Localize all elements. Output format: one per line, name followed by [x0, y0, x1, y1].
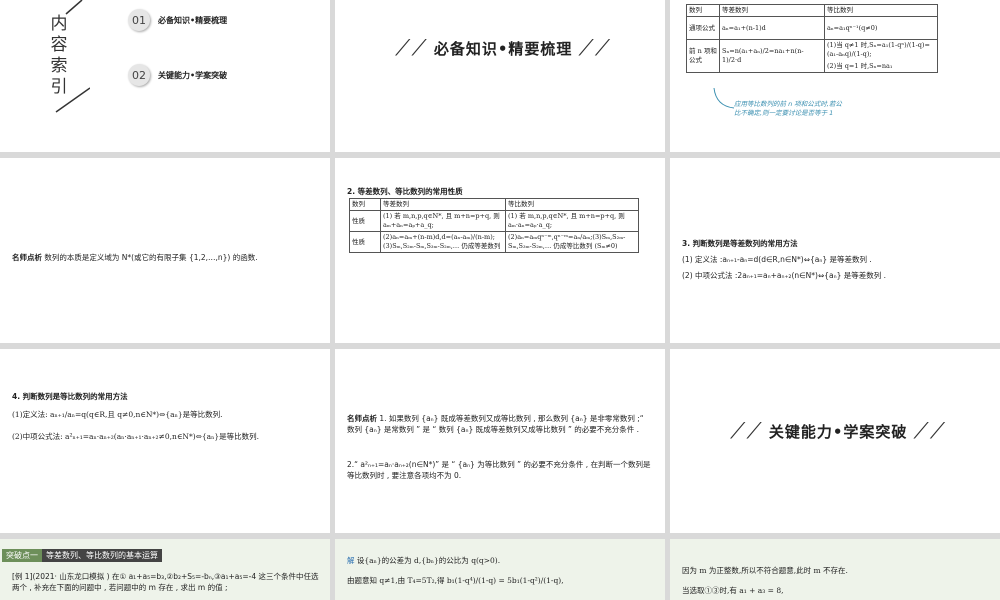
- title-char: 容: [50, 35, 68, 55]
- item-label: 关键能力•学案突破: [158, 70, 228, 80]
- slide-thumbnail-formula-table[interactable]: 数列 等差数列 等比数列 通项公式 aₙ=a₁+(n-1)d aₙ=a₁qⁿ⁻¹…: [670, 0, 1000, 152]
- note-text: 1. 如果数列 {aₙ} 既成等差数列又成等比数列 , 那么数列 {aₙ} 是非…: [347, 414, 644, 434]
- arith-cell: Sₙ=n(a₁+aₙ)/2=na₁+n(n-1)/2·d: [719, 39, 825, 73]
- geo-cell: (1) 若 m,n,p,q∈N*, 且 m+n=p+q, 则 aₘ·aₙ=aₚ·…: [505, 210, 639, 232]
- note-paragraph: 名师点析 数列的本质是定义域为 N*(或它的有限子集 {1,2,…,n}) 的函…: [12, 252, 322, 263]
- solution-line: 因为 m 为正整数,所以不符合题意,此时 m 不存在.: [682, 566, 848, 575]
- method-line: (1) 定义法 :aₙ₊₁-aₙ=d(d∈R,n∈N*)⇔{aₙ} 是等差数列 …: [682, 255, 872, 264]
- geo-cell: aₙ=a₁qⁿ⁻¹(q≠0): [824, 16, 938, 40]
- note-label: 名师点析: [347, 414, 377, 423]
- slide-thumbnail-solution[interactable]: 解 设{aₙ}的公差为 d,{bₙ}的公比为 q(q>0). 由题意知 q≠1,…: [335, 539, 665, 600]
- slide-thumbnail-geo-methods[interactable]: 4. 判断数列是等比数列的常用方法 (1)定义法: aₙ₊₁/aₙ=q(q∈R,…: [0, 349, 330, 533]
- arith-cell: aₙ=a₁+(n-1)d: [719, 16, 825, 40]
- solution-label: 解: [347, 556, 355, 565]
- arith-cell: (1) 若 m,n,p,q∈N*, 且 m+n=p+q, 则 aₘ+aₙ=aₚ+…: [380, 210, 506, 232]
- slash-decoration: ⟋⟋: [578, 36, 612, 61]
- row-label: 性质: [349, 210, 381, 232]
- solution-line: 当选取①③时,有 a₁ + a₃ = 8,: [682, 586, 784, 595]
- header-cell: 数列: [686, 4, 720, 17]
- arith-cell: (2)aₙ=aₘ+(n-m)d,d=(aₙ-aₘ)/(n-m);(3)Sₘ,S₂…: [380, 231, 506, 253]
- slide-thumbnail-contents[interactable]: 内 容 索 引 01 必备知识•精要梳理 02 关键能力•学案突破: [0, 0, 330, 152]
- table-row: 性质 (2)aₙ=aₘ+(n-m)d,d=(aₙ-aₘ)/(n-m);(3)Sₘ…: [349, 231, 639, 253]
- section-banner: ⟋⟋ 关键能力•学案突破 ⟋⟋: [730, 419, 946, 444]
- contents-item-2[interactable]: 02 关键能力•学案突破: [128, 64, 227, 86]
- header-cell: 等比数列: [824, 4, 938, 17]
- item-number-badge: 01: [128, 9, 150, 31]
- geo-line: (2)当 q=1 时,Sₙ=na₁: [827, 62, 893, 70]
- slide-thumbnail-arith-methods[interactable]: 3. 判断数列是等差数列的常用方法 (1) 定义法 :aₙ₊₁-aₙ=d(d∈R…: [670, 158, 1000, 343]
- geo-cell: (2)aₙ=aₘqⁿ⁻ᵐ,qⁿ⁻ᵐ=aₙ/aₘ;(3)Sₘ,S₂ₘ-Sₘ,S₃ₘ…: [505, 231, 639, 253]
- note-text: 数列的本质是定义域为 N*(或它的有限子集 {1,2,…,n}) 的函数.: [44, 253, 258, 262]
- geo-line: (1)当 q≠1 时,Sₙ=a₁(1-qⁿ)/(1-q)=(a₁-aₙq)/(1…: [827, 41, 930, 58]
- slide-title: 3. 判断数列是等差数列的常用方法: [682, 239, 798, 248]
- title-char: 内: [50, 14, 68, 34]
- slide-thumbnail-example[interactable]: 突破点一 等差数列、等比数列的基本运算 [例 1](2021· 山东龙口模拟 ) …: [0, 539, 330, 600]
- note-label: 名师点析: [12, 253, 42, 262]
- formula-table: 数列 等差数列 等比数列 通项公式 aₙ=a₁+(n-1)d aₙ=a₁qⁿ⁻¹…: [686, 4, 938, 73]
- table-header-row: 数列 等差数列 等比数列: [686, 4, 938, 17]
- contents-item-1[interactable]: 01 必备知识•精要梳理: [128, 9, 227, 31]
- banner-text: 必备知识•精要梳理: [433, 40, 573, 58]
- title-char: 引: [50, 77, 68, 97]
- item-label: 必备知识•精要梳理: [158, 15, 228, 25]
- handwritten-note: 应用等比数列的前 n 项和公式时,若公比不确定,则一定要讨论是否等于 1: [734, 100, 842, 117]
- slash-decoration: ⟋⟋: [730, 419, 763, 444]
- row-label: 前 n 项和公式: [686, 39, 720, 73]
- slide-thumbnail-note-2[interactable]: 名师点析 1. 如果数列 {aₙ} 既成等差数列又成等比数列 , 那么数列 {a…: [335, 349, 665, 533]
- slide-title: 2. 等差数列、等比数列的常用性质: [347, 187, 463, 196]
- note-text: 2.“ a²ₙ₊₁=aₙ·aₙ₊₂(n∈N*)” 是 “ {aₙ} 为等比数列 …: [347, 460, 651, 480]
- title-char: 索: [50, 56, 68, 76]
- table-row: 前 n 项和公式 Sₙ=n(a₁+aₙ)/2=na₁+n(n-1)/2·d (1…: [686, 39, 938, 73]
- topic-title: 等差数列、等比数列的基本运算: [42, 549, 162, 562]
- solution-line: 解 设{aₙ}的公差为 d,{bₙ}的公比为 q(q>0).: [347, 555, 659, 566]
- slide-thumbnail-section-banner-2[interactable]: ⟋⟋ 关键能力•学案突破 ⟋⟋: [670, 349, 1000, 533]
- slide-title: 4. 判断数列是等比数列的常用方法: [12, 392, 128, 401]
- arrow-icon: [713, 87, 735, 109]
- topic-tag: 突破点一: [2, 549, 42, 562]
- solution-text: 设{aₙ}的公差为 d,{bₙ}的公比为 q(q>0).: [356, 556, 501, 565]
- header-cell: 等差数列: [719, 4, 825, 17]
- solution-line: 由题意知 q≠1,由 T₄=5T₂,得 b₁(1-q⁴)/(1-q) = 5b₁…: [347, 576, 564, 585]
- topic-tag-row: 突破点一 等差数列、等比数列的基本运算: [2, 543, 162, 562]
- table-row: 通项公式 aₙ=a₁+(n-1)d aₙ=a₁qⁿ⁻¹(q≠0): [686, 16, 938, 40]
- slide-thumbnail-section-banner[interactable]: ⟋⟋ 必备知识•精要梳理 ⟋⟋: [335, 0, 665, 152]
- properties-table: 数列 等差数列 等比数列 性质 (1) 若 m,n,p,q∈N*, 且 m+n=…: [349, 198, 639, 253]
- slide-thumbnail-note[interactable]: 名师点析 数列的本质是定义域为 N*(或它的有限子集 {1,2,…,n}) 的函…: [0, 158, 330, 343]
- slide-thumbnail-solution-cont[interactable]: 因为 m 为正整数,所以不符合题意,此时 m 不存在. 当选取①③时,有 a₁ …: [670, 539, 1000, 600]
- method-line: (1)定义法: aₙ₊₁/aₙ=q(q∈R,且 q≠0,n∈N*)⇔{aₙ}是等…: [12, 410, 223, 419]
- item-number-badge: 02: [128, 64, 150, 86]
- contents-vertical-title: 内 容 索 引: [48, 14, 70, 98]
- example-text: [例 1](2021· 山东龙口模拟 ) 在① a₁+a₅=b₃,②b₂+S₅=…: [12, 572, 319, 592]
- method-line: (2) 中项公式法 :2aₙ₊₁=aₙ+aₙ₊₂(n∈N*)⇔{aₙ} 是等差数…: [682, 271, 887, 280]
- row-label: 通项公式: [686, 16, 720, 40]
- header-cell: 等差数列: [380, 198, 506, 211]
- section-banner: ⟋⟋ 必备知识•精要梳理 ⟋⟋: [395, 36, 611, 61]
- slash-decoration: ⟋⟋: [913, 419, 947, 444]
- table-header-row: 数列 等差数列 等比数列: [349, 198, 639, 211]
- geo-cell: (1)当 q≠1 时,Sₙ=a₁(1-qⁿ)/(1-q)=(a₁-aₙq)/(1…: [824, 39, 938, 73]
- note-paragraph: 名师点析 1. 如果数列 {aₙ} 既成等差数列又成等比数列 , 那么数列 {a…: [347, 413, 653, 435]
- method-line: (2)中项公式法: a²ₙ₊₁=aₙ·aₙ₊₂(aₙ·aₙ₊₁·aₙ₊₂≠0,n…: [12, 432, 260, 441]
- banner-text: 关键能力•学案突破: [768, 423, 908, 441]
- row-label: 性质: [349, 231, 381, 253]
- header-cell: 数列: [349, 198, 381, 211]
- slash-decoration: ⟋⟋: [395, 36, 428, 61]
- header-cell: 等比数列: [505, 198, 639, 211]
- slide-thumbnail-properties-table[interactable]: 2. 等差数列、等比数列的常用性质 数列 等差数列 等比数列 性质 (1) 若 …: [335, 158, 665, 343]
- table-row: 性质 (1) 若 m,n,p,q∈N*, 且 m+n=p+q, 则 aₘ+aₙ=…: [349, 210, 639, 232]
